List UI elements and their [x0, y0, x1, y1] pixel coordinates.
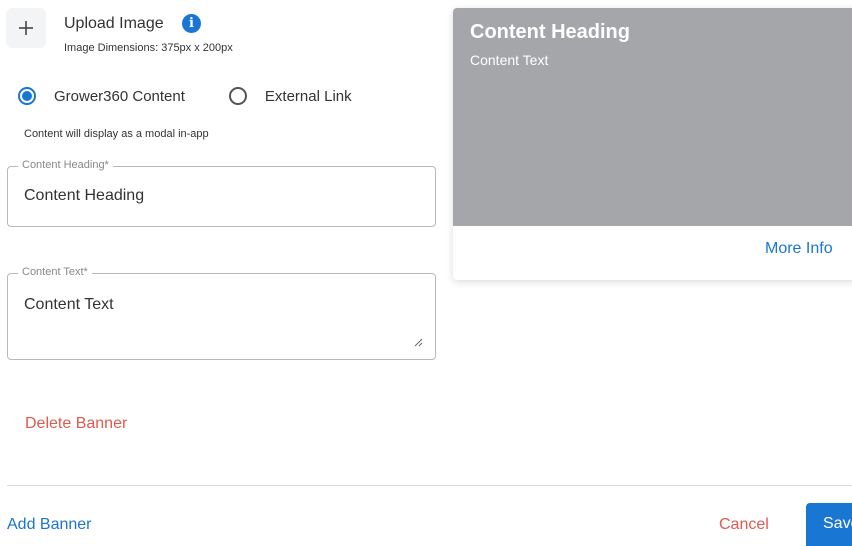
- content-heading-field[interactable]: Content Heading* Content Heading: [7, 159, 436, 227]
- preview-text: Content Text: [470, 52, 549, 68]
- radio-label: External Link: [264, 87, 352, 105]
- content-text-input[interactable]: Content Text: [24, 296, 114, 314]
- upload-image-title: Upload Image: [64, 15, 164, 32]
- radio-external-link[interactable]: External Link: [228, 87, 352, 105]
- content-text-label: Content Text*: [18, 266, 92, 278]
- more-info-link[interactable]: More Info: [765, 240, 833, 258]
- divider: [7, 485, 852, 486]
- content-heading-input[interactable]: Content Heading: [24, 187, 144, 205]
- delete-banner-button[interactable]: Delete Banner: [25, 415, 127, 433]
- radio-checked-icon[interactable]: [18, 87, 36, 105]
- plus-icon: [19, 21, 33, 35]
- content-type-radio-group: Grower360 Content External Link: [18, 87, 352, 105]
- info-icon[interactable]: i: [182, 14, 201, 33]
- radio-label: Grower360 Content: [54, 87, 185, 105]
- image-dimensions-hint: Image Dimensions: 375px x 200px: [64, 42, 233, 54]
- preview-heading: Content Heading: [470, 21, 630, 43]
- content-text-field[interactable]: Content Text* Content Text: [7, 266, 436, 360]
- banner-preview-card: Content Heading Content Text More Info: [453, 8, 852, 280]
- cancel-button[interactable]: Cancel: [719, 516, 769, 534]
- content-type-helper-text: Content will display as a modal in-app: [24, 128, 209, 140]
- add-banner-button[interactable]: Add Banner: [7, 516, 92, 534]
- save-button[interactable]: Save: [806, 503, 852, 546]
- upload-image-button[interactable]: [6, 8, 46, 48]
- resize-handle-icon[interactable]: [413, 337, 423, 347]
- radio-unchecked-icon[interactable]: [228, 87, 247, 105]
- radio-grower360-content[interactable]: Grower360 Content: [18, 87, 185, 105]
- content-heading-label: Content Heading*: [18, 159, 113, 171]
